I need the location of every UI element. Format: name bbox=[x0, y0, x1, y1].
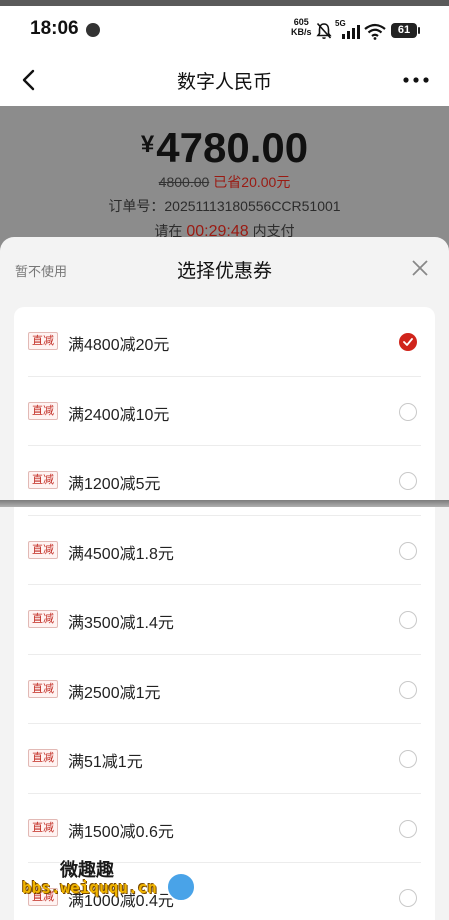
nav-bar: 数字人民币 bbox=[0, 54, 449, 106]
payment-summary: ¥4780.00 4800.00 已省20.00元 订单号：20251113180… bbox=[0, 106, 449, 256]
watermark-logo-icon bbox=[166, 872, 196, 902]
notification-dot-icon bbox=[86, 23, 100, 37]
page-title: 数字人民币 bbox=[176, 72, 272, 93]
coupon-radio-icon[interactable] bbox=[399, 889, 417, 907]
coupon-label: 满51减1元 bbox=[68, 754, 143, 771]
coupon-label: 满3500减1.4元 bbox=[68, 615, 174, 632]
coupon-label: 满1200减5元 bbox=[68, 476, 161, 493]
sheet-title: 选择优惠券 bbox=[176, 261, 272, 282]
coupon-label: 满2400减10元 bbox=[68, 406, 170, 424]
coupon-label: 满4500减1.8元 bbox=[68, 545, 174, 563]
coupon-radio-icon[interactable] bbox=[399, 680, 417, 699]
currency-symbol: ¥ bbox=[140, 131, 155, 158]
coupon-radio-checked-icon[interactable] bbox=[399, 333, 417, 351]
net-speed-value: 605 bbox=[293, 17, 309, 27]
amount-value: 4780.00 bbox=[156, 124, 309, 171]
original-price: 4800.00 bbox=[158, 174, 210, 190]
order-id: 20251113180556CCR51001 bbox=[164, 198, 341, 214]
screenshot-seam bbox=[0, 500, 449, 507]
wifi-icon bbox=[364, 23, 386, 40]
battery-icon: 61 bbox=[391, 23, 420, 38]
coupon-row[interactable]: 直减 满1500减0.6元 bbox=[28, 794, 421, 863]
coupon-radio-icon[interactable] bbox=[399, 611, 417, 629]
coupon-tag: 直减 bbox=[28, 818, 58, 837]
coupon-tag: 直减 bbox=[28, 540, 58, 559]
net-speed: 605 KB/s bbox=[291, 17, 312, 37]
coupon-tag: 直减 bbox=[28, 610, 58, 628]
coupon-label: 满1500减0.6元 bbox=[68, 823, 174, 841]
coupon-sheet: 暂不使用 选择优惠券 直减 满4800减20元 直减 满2400减10元 直减 满1200… bbox=[0, 237, 449, 920]
watermark-url: bbs.weiququ.cn bbox=[22, 878, 157, 897]
saved-amount: 已省20.00元 bbox=[213, 174, 291, 190]
coupon-row[interactable]: 直减 满3500减1.4元 bbox=[28, 585, 421, 655]
mute-bell-icon bbox=[316, 22, 332, 39]
order-label: 订单号： bbox=[108, 198, 165, 214]
coupon-radio-icon[interactable] bbox=[399, 750, 417, 768]
coupon-label: 满4800减20元 bbox=[68, 337, 170, 354]
net-speed-unit: KB/s bbox=[291, 27, 312, 37]
coupon-tag: 直减 bbox=[28, 401, 58, 420]
coupon-radio-icon[interactable] bbox=[399, 472, 417, 490]
sheet-header: 暂不使用 选择优惠券 bbox=[0, 237, 449, 297]
coupon-row[interactable]: 直减 满2500减1元 bbox=[28, 655, 421, 724]
watermark: 微趣趣 bbs.weiququ.cn bbox=[22, 856, 202, 912]
coupon-label: 满2500减1元 bbox=[68, 684, 161, 702]
close-icon[interactable] bbox=[411, 259, 429, 277]
coupon-radio-icon[interactable] bbox=[399, 402, 417, 421]
coupon-radio-icon[interactable] bbox=[399, 541, 417, 560]
coupon-tag: 直减 bbox=[28, 471, 58, 489]
status-bar: 18:06 605 KB/s 5G 61 bbox=[0, 0, 449, 54]
status-time: 18:06 bbox=[30, 18, 79, 39]
coupon-list: 直减 满4800减20元 直减 满2400减10元 直减 满1200减5元 直减 满4500减… bbox=[14, 307, 435, 920]
price-line: 4800.00 已省20.00元 bbox=[0, 172, 449, 192]
signal-bars-icon bbox=[342, 25, 360, 39]
more-dots-icon[interactable] bbox=[401, 68, 431, 92]
coupon-tag: 直减 bbox=[28, 332, 58, 350]
coupon-tag: 直减 bbox=[28, 749, 58, 767]
order-number: 订单号：20251113180556CCR51001 bbox=[0, 196, 449, 216]
coupon-row[interactable]: 直减 满2400减10元 bbox=[28, 377, 421, 446]
coupon-tag: 直减 bbox=[28, 679, 58, 698]
coupon-row[interactable]: 直减 满4800减20元 bbox=[28, 307, 421, 377]
payment-amount: ¥4780.00 bbox=[0, 124, 449, 172]
coupon-row[interactable]: 直减 满4500减1.8元 bbox=[28, 516, 421, 585]
coupon-row[interactable]: 直减 满51减1元 bbox=[28, 724, 421, 794]
coupon-radio-icon[interactable] bbox=[399, 819, 417, 838]
